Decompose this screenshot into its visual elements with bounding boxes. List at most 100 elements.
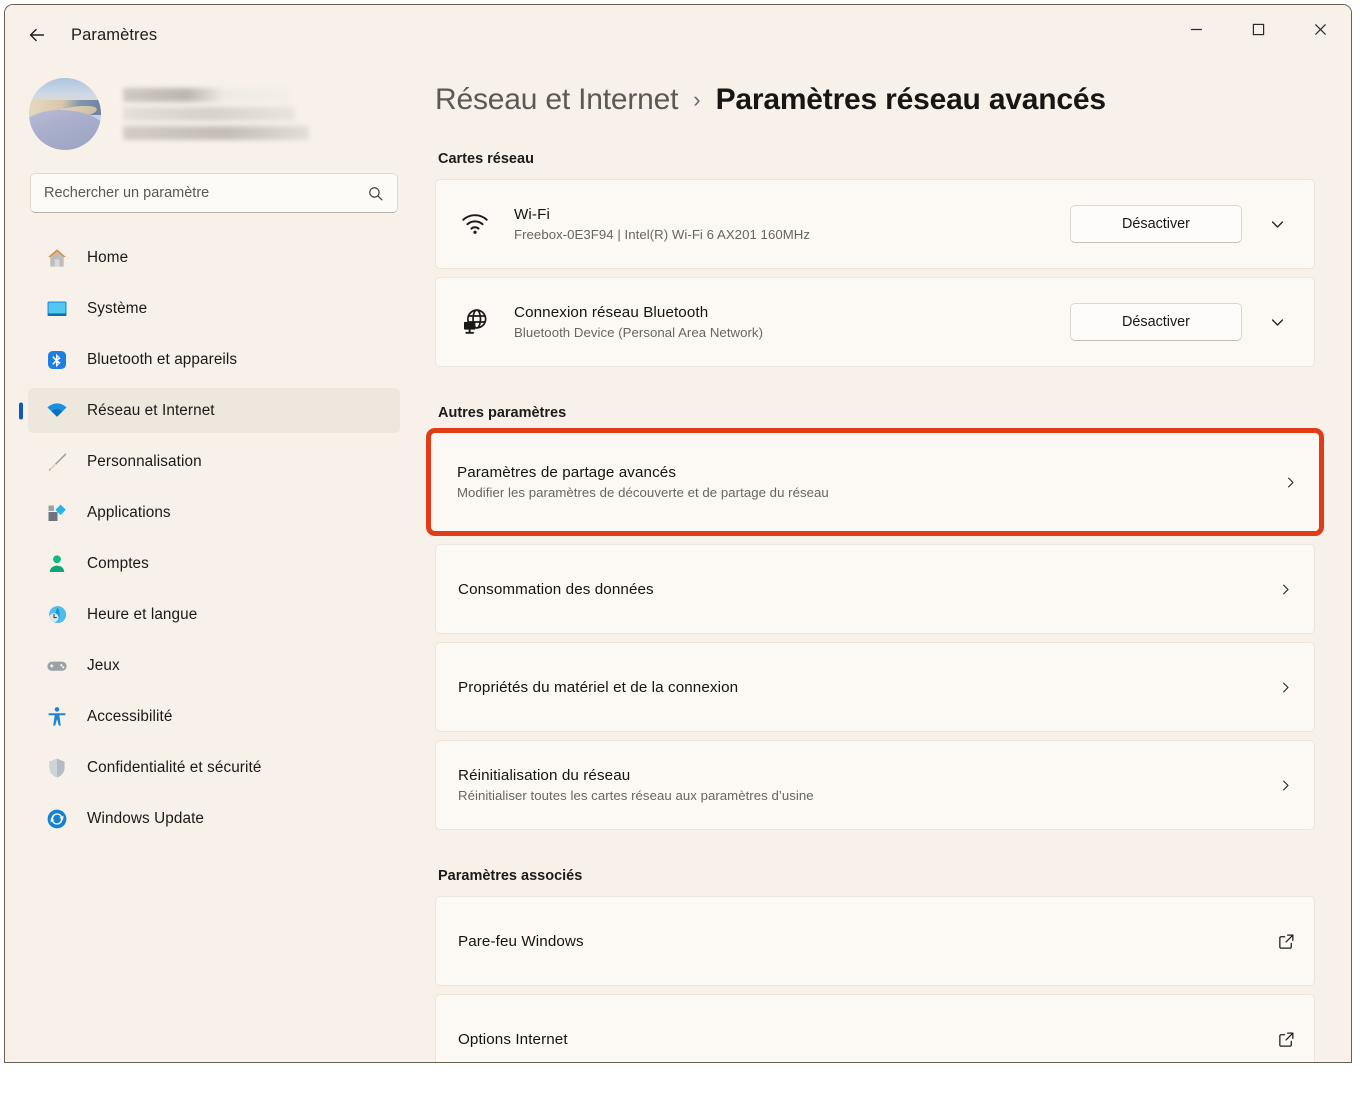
setting-card-hardware-properties[interactable]: Propriétés du matériel et de la connexio…: [435, 642, 1315, 732]
adapter-card-wifi[interactable]: Wi-Fi Freebox-0E3F94 | Intel(R) Wi-Fi 6 …: [435, 179, 1315, 269]
shield-icon: [44, 755, 69, 780]
title-bar: Paramètres: [5, 5, 1351, 65]
search-icon: [369, 186, 383, 200]
adapter-title: Wi-Fi: [514, 206, 550, 223]
minimize-button[interactable]: [1165, 5, 1227, 53]
page-title: Paramètres réseau avancés: [715, 83, 1106, 116]
search-box[interactable]: [30, 173, 398, 213]
sidebar-item-label: Home: [87, 248, 129, 266]
setting-card-network-reset[interactable]: Réinitialisation du réseau Réinitialiser…: [435, 740, 1315, 830]
sidebar-item-label: Confidentialité et sécurité: [87, 758, 262, 776]
clock-globe-icon: [44, 602, 69, 627]
setting-title: Propriétés du matériel et de la connexio…: [458, 678, 739, 696]
setting-title: Réinitialisation du réseau: [458, 767, 631, 784]
related-card-internet-options[interactable]: Options Internet: [435, 994, 1315, 1062]
update-icon: [44, 806, 69, 831]
section-heading-adapters: Cartes réseau: [438, 151, 534, 167]
sidebar-item-applications[interactable]: Applications: [28, 490, 400, 535]
adapter-title: Connexion réseau Bluetooth: [514, 304, 709, 321]
sidebar-item-windows-update[interactable]: Windows Update: [28, 796, 400, 841]
related-text: Pare-feu Windows: [458, 933, 1274, 950]
main-content: Réseau et Internet › Paramètres réseau a…: [423, 65, 1351, 1062]
chevron-right-icon: [1272, 576, 1298, 602]
apps-icon: [44, 500, 69, 525]
bluetooth-icon: [44, 347, 69, 372]
setting-card-data-usage[interactable]: Consommation des données: [435, 544, 1315, 634]
avatar: [29, 78, 101, 150]
sidebar-nav: Home Système Bluetooth et appareils Rése…: [5, 235, 423, 847]
sidebar: Home Système Bluetooth et appareils: [5, 65, 423, 1062]
sidebar-item-label: Heure et langue: [87, 605, 198, 623]
sidebar-item-label: Windows Update: [87, 809, 205, 827]
sidebar-item-confidentialite-et-securite[interactable]: Confidentialité et sécurité: [28, 745, 400, 790]
close-icon: [1314, 23, 1326, 35]
adapter-subtitle: Bluetooth Device (Personal Area Network): [514, 325, 764, 340]
back-button[interactable]: [17, 15, 57, 55]
sidebar-item-label: Personnalisation: [87, 452, 202, 470]
setting-title: Consommation des données: [458, 580, 654, 598]
window-controls: [1165, 5, 1351, 53]
adapter-card-bluetooth[interactable]: Connexion réseau Bluetooth Bluetooth Dev…: [435, 277, 1315, 367]
sidebar-item-bluetooth[interactable]: Bluetooth et appareils: [28, 337, 400, 382]
display-icon: [44, 296, 69, 321]
search-input[interactable]: [44, 185, 367, 201]
chevron-right-icon: [1272, 772, 1298, 798]
section-heading-other: Autres paramètres: [438, 405, 567, 421]
chevron-right-icon: [1277, 469, 1303, 495]
sidebar-item-heure-et-langue[interactable]: Heure et langue: [28, 592, 400, 637]
gamepad-icon: [44, 653, 69, 678]
adapter-text: Wi-Fi Freebox-0E3F94 | Intel(R) Wi-Fi 6 …: [514, 206, 1070, 242]
sidebar-item-label: Bluetooth et appareils: [87, 350, 238, 368]
network-globe-icon: [458, 305, 492, 339]
sidebar-item-home[interactable]: Home: [28, 235, 400, 280]
setting-text: Paramètres de partage avancés Modifier l…: [457, 464, 1277, 500]
maximize-button[interactable]: [1227, 5, 1289, 53]
sidebar-item-label: Jeux: [87, 656, 120, 674]
home-icon: [44, 245, 69, 270]
sidebar-item-personnalisation[interactable]: Personnalisation: [28, 439, 400, 484]
related-title: Pare-feu Windows: [458, 932, 584, 950]
sidebar-item-label: Applications: [87, 503, 171, 521]
settings-window: Paramètres Rechercher un paramètre Home …: [4, 4, 1352, 1063]
brush-icon: [44, 449, 69, 474]
chevron-right-icon: [1272, 674, 1298, 700]
chevron-down-icon: [1271, 318, 1283, 326]
account-name-redacted: [123, 88, 309, 140]
sidebar-item-comptes[interactable]: Comptes: [28, 541, 400, 586]
sidebar-item-label: Réseau et Internet: [87, 401, 215, 419]
breadcrumb-parent-link[interactable]: Réseau et Internet: [435, 83, 678, 117]
setting-card-advanced-sharing[interactable]: Paramètres de partage avancés Modifier l…: [431, 433, 1319, 531]
close-button[interactable]: [1289, 5, 1351, 53]
disable-wifi-button[interactable]: Désactiver: [1070, 205, 1242, 243]
sidebar-item-jeux[interactable]: Jeux: [28, 643, 400, 688]
sidebar-item-systeme[interactable]: Système: [28, 286, 400, 331]
accessibility-icon: [44, 704, 69, 729]
wifi-icon: [44, 398, 69, 423]
search-area: [5, 159, 423, 213]
app-title: Paramètres: [71, 25, 158, 44]
expand-bluetooth-button[interactable]: [1256, 301, 1298, 343]
external-link-icon: [1274, 929, 1298, 953]
section-heading-related: Paramètres associés: [438, 868, 583, 884]
related-text: Options Internet: [458, 1031, 1274, 1048]
expand-wifi-button[interactable]: [1256, 203, 1298, 245]
sidebar-item-label: Système: [87, 299, 148, 317]
wifi-icon: [458, 207, 492, 241]
setting-title: Paramètres de partage avancés: [457, 464, 677, 481]
sidebar-item-accessibilite[interactable]: Accessibilité: [28, 694, 400, 739]
sidebar-item-reseau-et-internet[interactable]: Réseau et Internet: [28, 388, 400, 433]
account-summary[interactable]: [5, 67, 423, 159]
sidebar-item-label: Comptes: [87, 554, 149, 572]
external-link-icon: [1274, 1027, 1298, 1051]
related-card-windows-firewall[interactable]: Pare-feu Windows: [435, 896, 1315, 986]
setting-text: Consommation des données: [458, 581, 1272, 598]
breadcrumb: Réseau et Internet › Paramètres réseau a…: [435, 83, 1315, 117]
person-icon: [44, 551, 69, 576]
sidebar-item-label: Accessibilité: [87, 707, 173, 725]
setting-text: Réinitialisation du réseau Réinitialiser…: [458, 767, 1272, 803]
setting-subtitle: Modifier les paramètres de découverte et…: [457, 485, 829, 500]
breadcrumb-separator-icon: ›: [693, 87, 701, 112]
minimize-icon: [1190, 28, 1202, 30]
chevron-down-icon: [1271, 220, 1283, 228]
disable-bluetooth-button[interactable]: Désactiver: [1070, 303, 1242, 341]
